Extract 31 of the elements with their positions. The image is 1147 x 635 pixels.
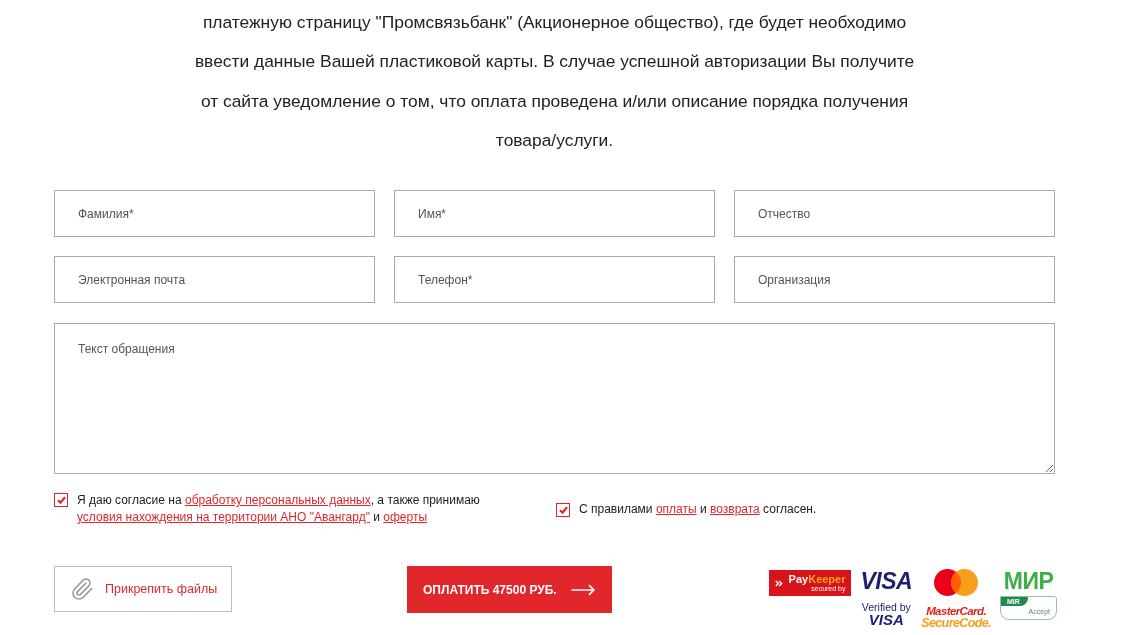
link[interactable]: условия нахождения на территории АНО "Авангард"	[77, 510, 370, 525]
overlapping-circles-icon	[934, 569, 979, 597]
logo-caption: VISA	[868, 613, 904, 628]
check-icon	[558, 505, 568, 514]
input-field[interactable]: Электронная почта	[54, 256, 375, 304]
link[interactable]: обработку персональных данных	[184, 493, 371, 508]
logo-wordmark: МИР	[1003, 569, 1054, 594]
check-icon	[56, 496, 66, 505]
double-chevron-icon	[775, 578, 784, 588]
input-field[interactable]: Организация	[734, 256, 1055, 304]
input-field[interactable]: Фамилия*	[54, 190, 375, 238]
checkbox[interactable]	[54, 493, 68, 508]
consent-text: С правилами оплаты и возврата согласен.	[579, 500, 817, 518]
link[interactable]: оплаты	[655, 501, 697, 516]
logo-wordmark: PayKeeper	[788, 573, 846, 585]
link[interactable]: возврата	[710, 501, 760, 516]
link[interactable]: оферты	[383, 510, 428, 525]
logo-caption: Verified by	[861, 601, 911, 614]
input-field[interactable]: Телефон*	[394, 256, 715, 304]
checkbox[interactable]	[556, 502, 570, 517]
logo-caption: MasterCard.	[926, 605, 986, 618]
logo-wordmark: VISA	[860, 569, 913, 594]
paperclip-icon	[70, 577, 94, 602]
input-field[interactable]: Отчество	[734, 190, 1055, 238]
intro-paragraph: платежную страницу "Промсвязьбанк" (Акционерное общество), где будет необходимо ввести данные Вашей пластиковой карты. В случае успешной авторизации Вы получите от сайта уведомление о том, что оплата проведена и/или описание порядка получения товара/услуги.	[193, 11, 916, 152]
attach-files-button[interactable]: Прикрепить файлы	[54, 566, 232, 613]
consent-text: Я даю согласие на обработку персональных данных, а также принимаю условия нахождения на территории АНО "Авангард" и оферты	[77, 492, 481, 527]
input-field[interactable]: Имя*	[394, 190, 715, 238]
pay-button[interactable]: ОПЛАТИТЬ 47500 РУБ.	[407, 566, 612, 614]
message-field[interactable]: Текст обращения	[54, 323, 1055, 475]
logo-caption: SecureCode.	[921, 617, 991, 630]
